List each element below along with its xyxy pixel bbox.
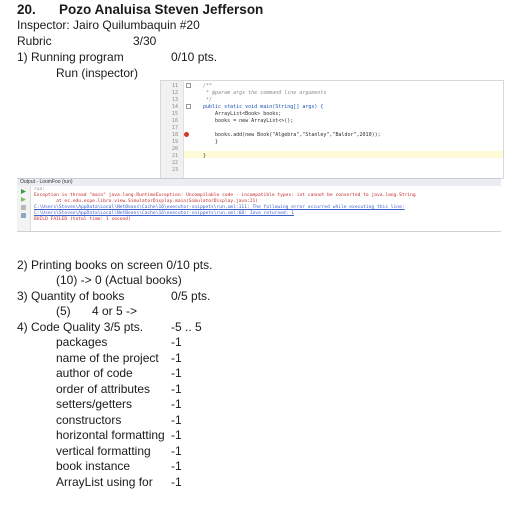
- current-line-highlight: [184, 151, 503, 158]
- line-number: 22: [171, 160, 178, 166]
- rerun-icon[interactable]: [20, 189, 27, 194]
- quality-item-value: -1: [171, 459, 182, 473]
- quality-item-label: packages: [56, 335, 108, 349]
- section3-title: 3) Quantity of books: [17, 289, 125, 303]
- output-panel: run: Exception in thread "main" java.lan…: [17, 186, 501, 232]
- section4-title: 4) Code Quality 3/5 pts.: [17, 320, 144, 334]
- line-number: 13: [171, 97, 178, 103]
- section2-sub: (10) -> 0 (Actual books): [56, 273, 182, 287]
- code-line: books = new ArrayList<>();: [203, 118, 294, 124]
- settings-icon[interactable]: [20, 213, 27, 218]
- code-line: }: [203, 153, 207, 159]
- quality-item-value: -1: [171, 335, 182, 349]
- quality-item-value: -1: [171, 382, 182, 396]
- quality-item-label: constructors: [56, 413, 122, 427]
- quality-item-value: -1: [171, 366, 182, 380]
- student-name: Pozo Analuisa Steven Jefferson: [59, 2, 264, 17]
- quality-item-label: horizontal formatting: [56, 428, 165, 442]
- output-tab[interactable]: Output - LoomFoo (run): [20, 179, 73, 185]
- quality-item-label: order of attributes: [56, 382, 151, 396]
- quality-item-value: -1: [171, 397, 182, 411]
- inspector-line: Inspector: Jairo Quilumbaquin #20: [17, 18, 200, 32]
- section1-score: 0/10 pts.: [171, 50, 218, 64]
- code-line: /**: [203, 83, 213, 89]
- quality-item-label: author of code: [56, 366, 133, 380]
- quality-item-value: -1: [171, 351, 182, 365]
- section3-sub-b: 4 or 5 ->: [92, 304, 138, 318]
- quality-item-label: name of the project: [56, 351, 159, 365]
- line-number: 17: [171, 125, 178, 131]
- output-line: run:: [34, 187, 46, 192]
- error-marker-icon: [184, 132, 189, 137]
- line-number: 19: [171, 139, 178, 145]
- line-number: 11: [171, 83, 178, 89]
- section4-range: -5 .. 5: [171, 320, 202, 334]
- quality-item-value: -1: [171, 413, 182, 427]
- rubric-score: 3/30: [133, 34, 157, 48]
- code-line: */: [203, 97, 213, 103]
- line-number: 20: [171, 146, 178, 152]
- line-number: 23: [171, 167, 178, 173]
- code-line: ArrayList<Book> books;: [203, 111, 282, 117]
- code-line: * @param args the command line arguments: [203, 90, 327, 96]
- rubric-label: Rubric: [17, 34, 52, 48]
- quality-item-value: -1: [171, 444, 182, 458]
- quality-item-label: ArrayList using for: [56, 475, 153, 489]
- stop-icon[interactable]: [20, 205, 27, 210]
- code-line-error: books.add(new Book("Algebra","Stanley","…: [203, 132, 381, 138]
- quality-item-label: book instance: [56, 459, 131, 473]
- quality-item-value: -1: [171, 428, 182, 442]
- output-exception: Exception in thread "main" java.lang.Run…: [34, 193, 416, 198]
- line-number: 12: [171, 90, 178, 96]
- output-build-status: BUILD FAILED (total time: 1 second): [34, 217, 131, 222]
- section2-title: 2) Printing books on screen 0/10 pts.: [17, 258, 213, 272]
- quality-item-label: setters/getters: [56, 397, 133, 411]
- section3-score: 0/5 pts.: [171, 289, 211, 303]
- fold-icon[interactable]: [186, 83, 191, 88]
- line-number: 16: [171, 118, 178, 124]
- line-number: 18: [171, 132, 178, 138]
- line-number: 14: [171, 104, 178, 110]
- fold-icon[interactable]: [186, 104, 191, 109]
- code-line: }: [203, 139, 219, 145]
- output-toolbar: [17, 186, 31, 231]
- quality-item-label: vertical formatting: [56, 444, 151, 458]
- output-link[interactable]: C:\Users\Steven\AppData\Local\NetBeans\C…: [34, 211, 294, 216]
- code-editor: 11 12 13 14 15 16 17 18 19 20 21 22 23 /…: [160, 80, 504, 179]
- line-number: 15: [171, 111, 178, 117]
- section1-sub: Run (inspector): [56, 66, 139, 80]
- code-line: public static void main(String[] args) {: [203, 104, 324, 110]
- output-stacktrace[interactable]: at ec.edu.espe.libro.view.SimulatorDispl…: [34, 199, 258, 204]
- item-number: 20.: [17, 2, 36, 17]
- section3-sub-a: (5): [56, 304, 71, 318]
- rerun-debug-icon[interactable]: [20, 197, 27, 202]
- line-gutter: 11 12 13 14 15 16 17 18 19 20 21 22 23: [161, 81, 184, 178]
- output-link[interactable]: C:\Users\Steven\AppData\Local\NetBeans\C…: [34, 205, 405, 210]
- line-number: 21: [171, 153, 178, 159]
- section1-title: 1) Running program: [17, 50, 124, 64]
- quality-item-value: -1: [171, 475, 182, 489]
